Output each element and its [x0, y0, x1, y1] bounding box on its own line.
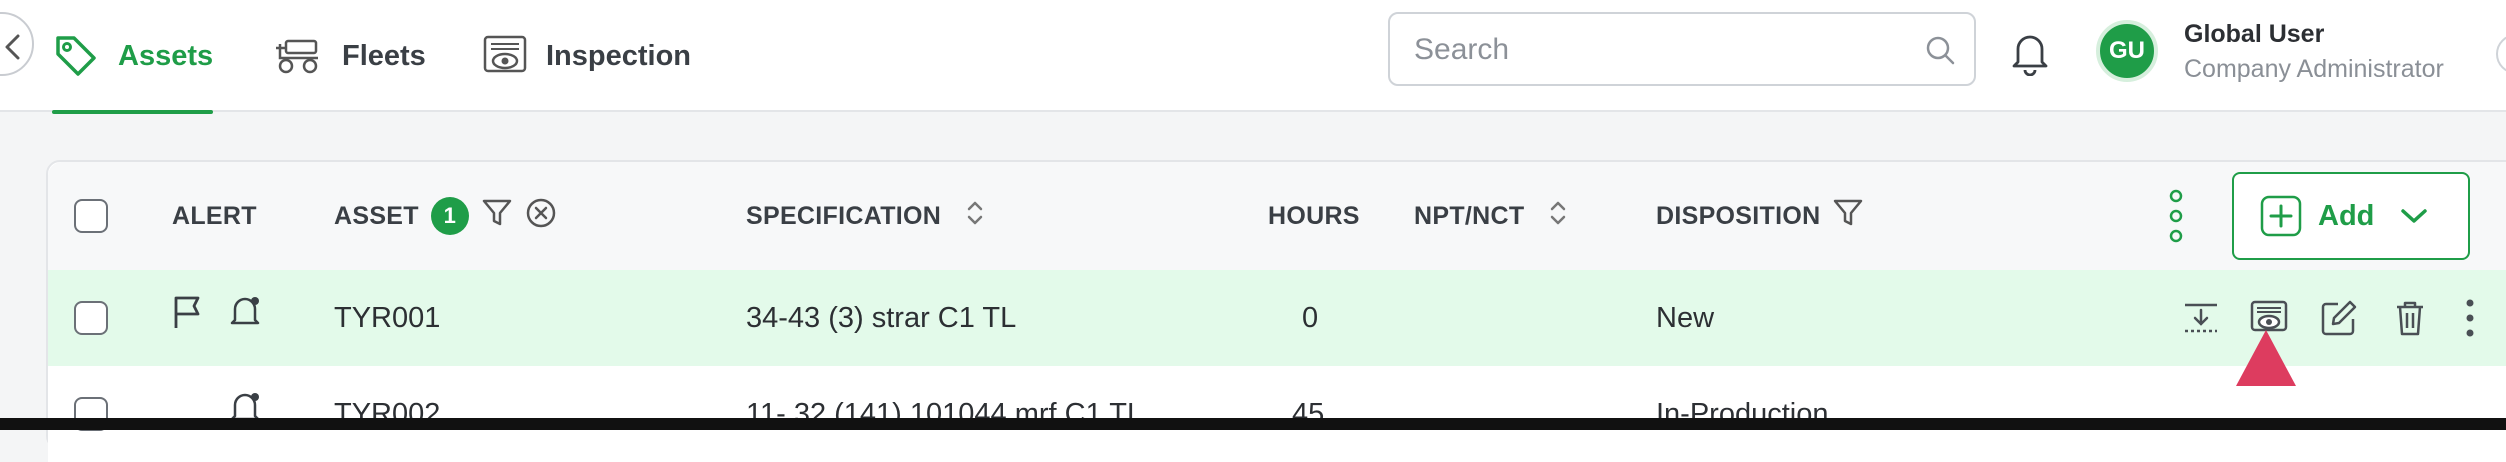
asset-id[interactable]: TYR002	[334, 366, 440, 462]
delete-icon[interactable]	[2394, 270, 2426, 366]
hours: 45	[1292, 397, 1325, 430]
disposition: In-Production	[1656, 397, 1829, 430]
screen-bottom-edge	[0, 418, 2506, 430]
user-role: Company Administrator	[2184, 55, 2444, 83]
table-row[interactable]: TYR001 34-43 (3) strar C1 TL 0 New	[48, 270, 2506, 366]
bell-icon[interactable]	[2010, 30, 2050, 81]
column-header-disposition: DISPOSITION	[1656, 162, 1864, 270]
column-header-disposition-label: DISPOSITION	[1656, 201, 1821, 230]
column-header-hours: HOURS	[1268, 162, 1360, 270]
assets-table: ALERT ASSET 1 SPECIFICATION HOURS NPT/NC…	[46, 160, 2506, 462]
chevron-left-icon	[5, 34, 20, 60]
row-menu-icon[interactable]	[2464, 270, 2476, 366]
back-button[interactable]	[0, 12, 34, 76]
clear-filter-icon[interactable]	[525, 197, 557, 236]
specification: 34-43 (3) strar C1 TL	[746, 301, 1017, 334]
tab-fleets[interactable]: Fleets	[272, 0, 426, 112]
column-header-specification[interactable]: SPECIFICATION	[746, 162, 985, 270]
sort-icon[interactable]	[965, 199, 985, 234]
avatar[interactable]: GU	[2096, 20, 2158, 82]
table-header: ALERT ASSET 1 SPECIFICATION HOURS NPT/NC…	[48, 162, 2506, 270]
tab-inspection[interactable]: Inspection	[482, 0, 691, 112]
filter-icon[interactable]	[1832, 198, 1864, 235]
tab-inspection-label: Inspection	[546, 39, 692, 72]
hours: 0	[1302, 301, 1319, 334]
sort-icon[interactable]	[1548, 199, 1568, 234]
column-header-asset-label: ASSET	[334, 201, 419, 230]
column-header-npt-label: NPT/NCT	[1414, 201, 1525, 230]
row-checkbox[interactable]	[74, 301, 108, 335]
add-button-label: Add	[2318, 199, 2375, 232]
tab-assets-label: Assets	[118, 39, 214, 72]
flag-icon[interactable]	[172, 264, 202, 360]
search-input[interactable]	[1412, 14, 1896, 86]
search-icon[interactable]	[1924, 34, 1956, 71]
column-options-icon[interactable]	[2166, 188, 2186, 249]
plus-icon	[2260, 195, 2302, 237]
column-header-npt[interactable]: NPT/NCT	[1414, 162, 1568, 270]
column-header-alert-label: ALERT	[172, 201, 257, 230]
vehicle-icon	[272, 36, 324, 76]
specification: 11-.32 (141) 101044 mrf C1 TL	[746, 397, 1144, 430]
column-header-asset: ASSET 1	[334, 162, 557, 270]
column-header-specification-label: SPECIFICATION	[746, 201, 942, 230]
select-all-checkbox[interactable]	[74, 199, 108, 233]
collapse-button[interactable]	[2496, 34, 2506, 74]
tooltip-pointer	[2236, 330, 2296, 386]
tab-assets[interactable]: Assets	[52, 0, 214, 114]
asset-id[interactable]: TYR001	[334, 270, 440, 366]
column-header-hours-label: HOURS	[1268, 201, 1360, 230]
search-box	[1388, 12, 1976, 86]
add-button[interactable]: Add	[2232, 172, 2470, 260]
export-icon[interactable]	[2182, 270, 2220, 366]
alert-bell-icon[interactable]	[228, 264, 262, 360]
top-navigation-bar: Assets Fleets Inspection Search GU Globa…	[0, 0, 2506, 114]
filter-count-badge: 1	[430, 197, 469, 235]
tag-icon	[52, 32, 100, 80]
inspection-monitor-icon	[482, 34, 528, 78]
alert-bell-icon[interactable]	[228, 360, 262, 456]
disposition: New	[1656, 301, 1715, 334]
edit-icon[interactable]	[2320, 270, 2358, 366]
column-header-alert: ALERT	[172, 162, 257, 270]
user-name: Global User	[2184, 20, 2325, 48]
filter-icon[interactable]	[481, 198, 513, 235]
table-row[interactable]: TYR002 11-.32 (141) 101044 mrf C1 TL 45 …	[48, 366, 2506, 462]
tab-fleets-label: Fleets	[342, 39, 426, 72]
chevron-down-icon	[2400, 207, 2428, 225]
